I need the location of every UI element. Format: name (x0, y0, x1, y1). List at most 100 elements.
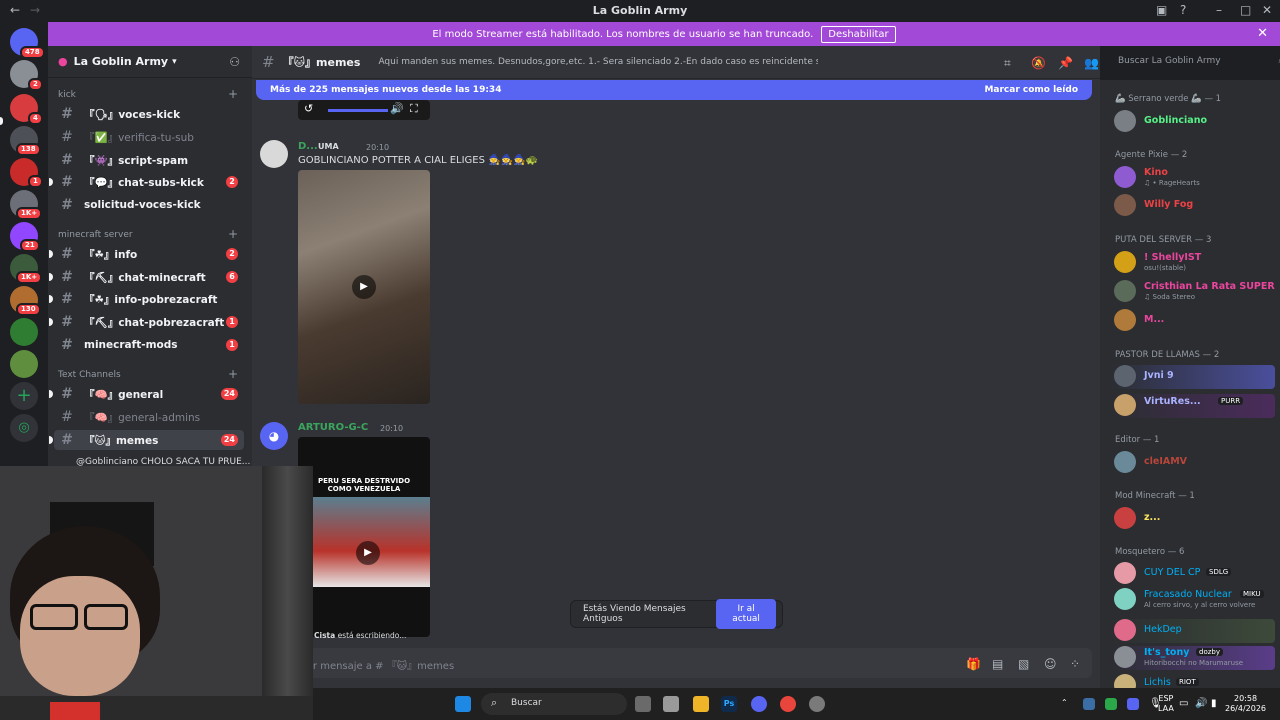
member-item[interactable]: Goblinciano (1110, 110, 1275, 134)
add-channel-icon[interactable]: + (228, 227, 238, 241)
server-icon[interactable] (10, 350, 38, 378)
video-player-controls[interactable]: ↺ 🔊 ⛶ (298, 100, 430, 120)
minimize-icon[interactable]: – (1216, 3, 1222, 17)
app-icon[interactable] (663, 696, 679, 712)
chevron-up-icon[interactable]: ⌃ (1061, 698, 1068, 707)
role-header: Mod Minecraft — 1 (1115, 491, 1195, 501)
hash-icon: # (61, 246, 73, 262)
fullscreen-icon[interactable]: ⛶ (410, 102, 418, 116)
hash-icon: # (61, 269, 73, 285)
maximize-icon[interactable]: □ (1240, 3, 1251, 17)
add-channel-icon[interactable]: + (228, 87, 238, 101)
channel-minecraft-mods[interactable]: # minecraft-mods 1 (54, 335, 244, 355)
file-explorer-icon[interactable] (693, 696, 709, 712)
member-item[interactable]: ! ShellyIST osu!(stable) (1110, 251, 1275, 275)
channel-script-spam[interactable]: # 『👾』script-spam (54, 150, 244, 170)
emoji-icon[interactable]: ☺ (1044, 657, 1057, 671)
mute-bell-icon[interactable]: 🔕 (1031, 56, 1046, 70)
tray-discord-icon[interactable] (1127, 698, 1139, 710)
replay-icon[interactable]: ↺ (304, 102, 313, 115)
volume-icon[interactable]: 🔊 (1195, 698, 1207, 709)
add-server-icon[interactable]: + (10, 382, 38, 410)
pin-icon[interactable]: 📌 (1058, 56, 1073, 70)
avatar[interactable]: ◕ (260, 422, 288, 450)
member-item[interactable]: CUY DEL CP SDLG (1110, 562, 1275, 586)
message-author[interactable]: D... (298, 141, 318, 152)
channel-solicitud[interactable]: # solicitud-voces-kick (54, 195, 244, 215)
message-author[interactable]: ARTURO-G-C (298, 422, 368, 433)
help-icon[interactable]: ? (1180, 3, 1186, 17)
server-header[interactable]: ● La Goblin Army ▾ ⚇ (48, 46, 252, 78)
member-item[interactable]: Fracasado Nuclear MIKU Al cerro sirvo, y a… (1110, 588, 1275, 612)
member-item[interactable]: VirtuRes... PURR (1110, 394, 1275, 418)
channel-memes[interactable]: # 『🐱』memes 24 (49, 430, 244, 450)
volume-icon[interactable]: 🔊 (390, 102, 404, 115)
app-icon[interactable] (809, 696, 825, 712)
channel-chat-minecraft[interactable]: # 『⛏』chat-minecraft 6 (49, 267, 244, 287)
member-item[interactable]: It's_tony dozby Hitoribocchi no Marumaruse (1110, 646, 1275, 670)
threads-icon[interactable]: ⌗ (1004, 56, 1011, 71)
jump-present-button[interactable]: Ir al actual (716, 599, 776, 629)
member-item[interactable]: Cristhian La Rata SUPER ♫ Soda Stereo (1110, 280, 1275, 304)
play-icon[interactable]: ▶ (356, 541, 380, 565)
battery-icon[interactable]: ▮ (1211, 698, 1217, 709)
clock[interactable]: 20:58 26/4/2026 (1225, 694, 1266, 714)
taskbar-search[interactable]: ⌕ Buscar (481, 693, 627, 715)
channel-general[interactable]: # 『🧠』general 24 (49, 384, 244, 404)
tray-app-icon[interactable] (1105, 698, 1117, 710)
channel-verifica[interactable]: # 『✅』verifica-tu-sub (54, 127, 244, 147)
video-attachment[interactable]: ▶ (298, 170, 430, 404)
disable-streamer-button[interactable]: Deshabilitar (821, 25, 896, 43)
photoshop-icon[interactable]: Ps (721, 696, 737, 712)
member-item[interactable]: cleIAMV (1110, 451, 1275, 475)
channel-info-pobrezacraft[interactable]: # 『☘』info-pobrezacraft (49, 289, 244, 309)
discord-icon[interactable] (751, 696, 767, 712)
task-view-icon[interactable] (635, 696, 651, 712)
member-name: CUY DEL CP (1144, 567, 1201, 578)
member-item[interactable]: Lichis RIOT (1110, 674, 1275, 688)
member-item[interactable]: HekDep (1110, 619, 1275, 643)
server-icon[interactable] (10, 318, 38, 346)
progress-bar[interactable] (328, 109, 388, 112)
language-indicator[interactable]: ESP LAA (1158, 694, 1174, 714)
close-icon[interactable]: ✕ (1257, 26, 1268, 41)
channel-chat-pobrezacraft[interactable]: # 『⛏』chat-pobrezacraft 1 (49, 312, 244, 332)
close-window-icon[interactable]: ✕ (1262, 3, 1272, 17)
apps-icon[interactable]: ⁘ (1070, 657, 1080, 671)
network-icon[interactable]: ▭ (1179, 698, 1188, 709)
gif-icon[interactable]: ▤ (992, 657, 1003, 671)
windows-start-icon[interactable] (455, 696, 471, 712)
add-member-icon[interactable]: ⚇ (229, 55, 240, 69)
chrome-icon[interactable] (780, 696, 796, 712)
mark-read-button[interactable]: Marcar como leído (984, 85, 1078, 95)
avatar[interactable] (260, 140, 288, 168)
channel-general-admins[interactable]: # 『🧠』general-admins (54, 407, 244, 427)
member-item[interactable]: Willy Fog (1110, 194, 1275, 218)
category-text-channels[interactable]: Text Channels (58, 370, 121, 380)
language-label: ESP (1158, 694, 1174, 703)
channel-voces-kick[interactable]: # 『🗣』voces-kick (54, 104, 244, 124)
member-item[interactable]: Jvni 9 (1110, 365, 1275, 389)
add-channel-icon[interactable]: + (228, 367, 238, 381)
channel-chat-subs-kick[interactable]: # 『💬』chat-subs-kick 2 (49, 172, 244, 192)
new-messages-bar[interactable]: Más de 225 mensajes nuevos desde las 19:… (256, 80, 1092, 100)
sticker-icon[interactable]: ▧ (1018, 657, 1029, 671)
search-input[interactable]: Buscar La Goblin Army ⌕ (1110, 52, 1280, 72)
play-icon[interactable]: ▶ (352, 275, 376, 299)
message-input[interactable]: iar mensaje a # 『🐱』memes 🎁 ▤ ▧ ☺ ⁘ (264, 648, 1092, 678)
category-minecraft[interactable]: minecraft server (58, 230, 133, 240)
gift-icon[interactable]: 🎁 (966, 657, 981, 671)
explore-icon[interactable]: ◎ (10, 414, 38, 442)
member-item[interactable]: Kino ♫ • RageHearts (1110, 166, 1275, 190)
channel-topic[interactable]: Aqui manden sus memes. Desnudos,gore,etc… (378, 57, 818, 67)
tray-app-icon[interactable] (1083, 698, 1095, 710)
member-list-icon[interactable]: 👥 (1084, 56, 1099, 70)
member-item[interactable]: M... (1110, 309, 1275, 333)
glasses-left (30, 604, 78, 630)
video-attachment[interactable]: PERU SERA DESTRVIDO COMO VENEZUELA ▶ (298, 437, 430, 637)
category-kick[interactable]: kick (58, 90, 76, 100)
channel-info[interactable]: # 『☘』info 2 (49, 244, 244, 264)
member-item[interactable]: z... (1110, 507, 1275, 531)
inbox-icon[interactable]: ▣ (1156, 3, 1167, 17)
role-header: PASTOR DE LLAMAS — 2 (1115, 350, 1220, 360)
